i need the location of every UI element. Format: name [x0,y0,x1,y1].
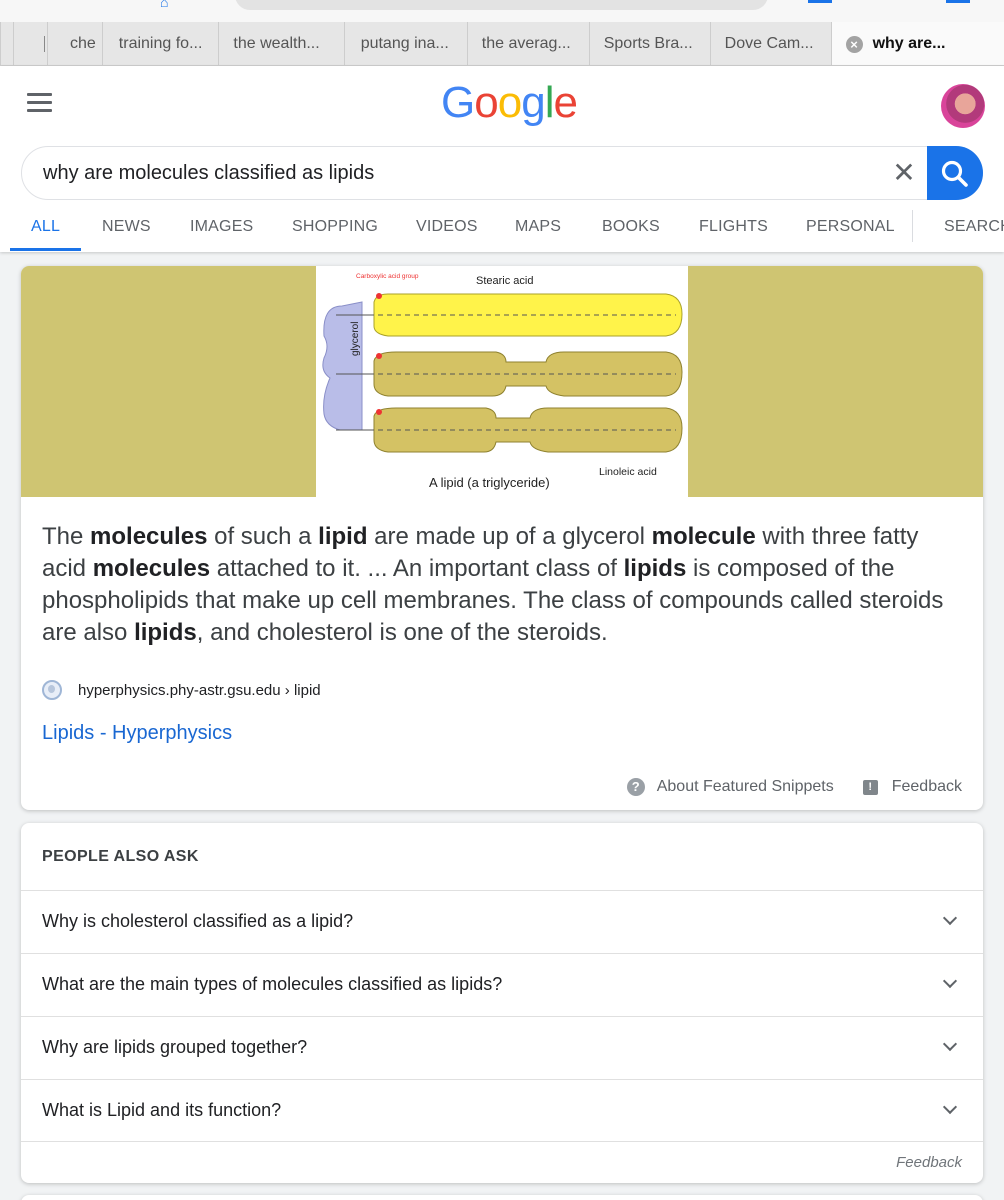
tab-flights[interactable]: FLIGHTS [699,218,768,236]
browser-top-bar: ⌂ [0,0,1004,22]
browser-tab-active[interactable]: × why are... [830,22,1004,65]
chevron-down-icon [942,1099,958,1115]
logo-letter: G [441,78,475,127]
tab-books[interactable]: BOOKS [602,218,660,236]
chevron-down-icon [942,973,958,989]
paa-question-text: Why are lipids grouped together? [42,1037,308,1057]
tab-all[interactable]: ALL [31,218,60,236]
browser-tab[interactable]: the averag... [466,22,589,65]
snippet-highlight: lipids [134,619,197,646]
tab-maps[interactable]: MAPS [515,218,561,236]
paa-question-text: Why is cholesterol classified as a lipid… [42,911,354,931]
browser-tab[interactable]: training fo... [101,22,219,65]
avatar[interactable] [941,84,985,128]
browser-tab-label: putang ina... [360,35,449,52]
glycerol-label: glycerol [350,322,361,356]
paa-title: PEOPLE ALSO ASK [42,848,199,865]
snippet-text-run: , and cholesterol is one of the steroids… [196,619,608,646]
help-icon: ? [626,778,645,796]
browser-tab-label: che [70,35,96,52]
snippet-text-run: are made up of a glycerol [367,523,652,550]
toolbar-icon[interactable] [808,0,832,3]
people-also-ask-card: PEOPLE ALSO ASK Why is cholesterol class… [21,823,983,1183]
chevron-down-icon [942,1036,958,1052]
paa-divider [21,1141,983,1142]
snippet-text-run: attached to it. ... An important class o… [210,555,624,582]
browser-tab-label: Dove Cam... [724,35,814,52]
browser-tab[interactable]: the wealth... [218,22,343,65]
tab-personal[interactable]: PERSONAL [806,218,895,236]
snippet-footer: ? About Featured Snippets ! Feedback [626,778,962,796]
tab-shopping[interactable]: SHOPPING [292,218,378,236]
globe-icon [42,680,62,700]
url-bar[interactable] [235,0,768,10]
browser-tab[interactable] [0,22,13,65]
snippet-feedback-link[interactable]: Feedback [892,778,962,796]
snippet-highlight: molecules [90,523,208,550]
browser-tab-label: Sports Bra... [603,35,693,52]
about-featured-snippets-link[interactable]: About Featured Snippets [657,778,834,796]
chevron-down-icon [942,910,958,926]
browser-tab-label: the averag... [481,35,571,52]
snippet-image[interactable]: glycerol Carboxylic acid group Stearic a [21,266,983,497]
paa-question-text: What are the main types of molecules cla… [42,974,503,994]
result-title-link[interactable]: Lipids - Hyperphysics [42,722,232,745]
featured-snippet-card: glycerol Carboxylic acid group Stearic a [21,266,983,810]
paa-question[interactable]: What are the main types of molecules cla… [21,953,983,1016]
browser-tab-strip: che training fo... the wealth... putang … [0,22,1004,66]
paa-question-text: What is Lipid and its function? [42,1100,282,1120]
active-tab-underline [10,248,81,251]
snippet-text: The molecules of such a lipid are made u… [42,521,967,649]
tab-images[interactable]: IMAGES [190,218,253,236]
search-type-tabs: ALL NEWS IMAGES SHOPPING VIDEOS MAPS BOO… [0,204,1004,252]
snippet-text-run: of such a [207,523,319,550]
browser-tab[interactable]: che [47,22,102,65]
tab-news[interactable]: NEWS [102,218,151,236]
diagram-caption: A lipid (a triglyceride) [429,475,550,490]
browser-tab[interactable]: Dove Cam... [709,22,831,65]
google-header: Google ✕ ALL NEWS IMAGES SHOPPING VIDEOS… [0,66,1004,252]
paa-feedback-link[interactable]: Feedback [896,1154,962,1171]
carboxylic-label: Carboxylic acid group [356,273,419,280]
hamburger-menu-icon[interactable] [27,93,52,113]
nav-divider [912,210,913,242]
triglyceride-diagram: glycerol Carboxylic acid group Stearic a [316,266,688,497]
toolbar-icon[interactable] [946,0,970,3]
paa-question[interactable]: Why are lipids grouped together? [21,1016,983,1079]
snippet-highlight: molecule [651,523,756,550]
paa-question[interactable]: Why is cholesterol classified as a lipid… [21,890,983,953]
browser-tab-label: training fo... [118,35,203,52]
snippet-highlight: lipid [318,523,368,550]
app-icon[interactable]: ⌂ [160,0,168,10]
stearic-label: Stearic acid [476,275,533,287]
source-row[interactable]: hyperphysics.phy-astr.gsu.edu › lipid [42,680,321,700]
snippet-text-run: The [42,523,91,550]
search-icon [941,160,968,187]
snippet-highlight: molecules [92,555,211,582]
paa-question[interactable]: What is Lipid and its function? [21,1079,983,1142]
google-logo[interactable]: Google [441,78,578,128]
browser-tab-label: why are... [872,35,946,52]
tab-close-icon[interactable]: × [845,35,863,53]
logo-letter: o [497,78,523,127]
next-result-card [21,1195,983,1200]
linoleic-label: Linoleic acid [599,466,657,478]
browser-tab[interactable]: putang ina... [343,22,467,65]
tab-search-tools[interactable]: SEARCH [944,218,1004,236]
feedback-icon: ! [862,779,878,795]
source-url: hyperphysics.phy-astr.gsu.edu › lipid [78,681,321,699]
browser-tab-label: the wealth... [233,35,320,52]
logo-letter: e [553,78,578,127]
snippet-highlight: lipids [623,555,687,582]
search-button[interactable] [927,146,983,200]
clear-icon[interactable]: ✕ [888,157,920,189]
tab-videos[interactable]: VIDEOS [416,218,478,236]
logo-letter: o [474,78,499,127]
search-box: ✕ [21,146,983,200]
browser-tab[interactable] [13,22,47,65]
browser-tab[interactable]: Sports Bra... [588,22,710,65]
search-input[interactable] [43,155,873,191]
logo-letter: g [521,78,546,127]
